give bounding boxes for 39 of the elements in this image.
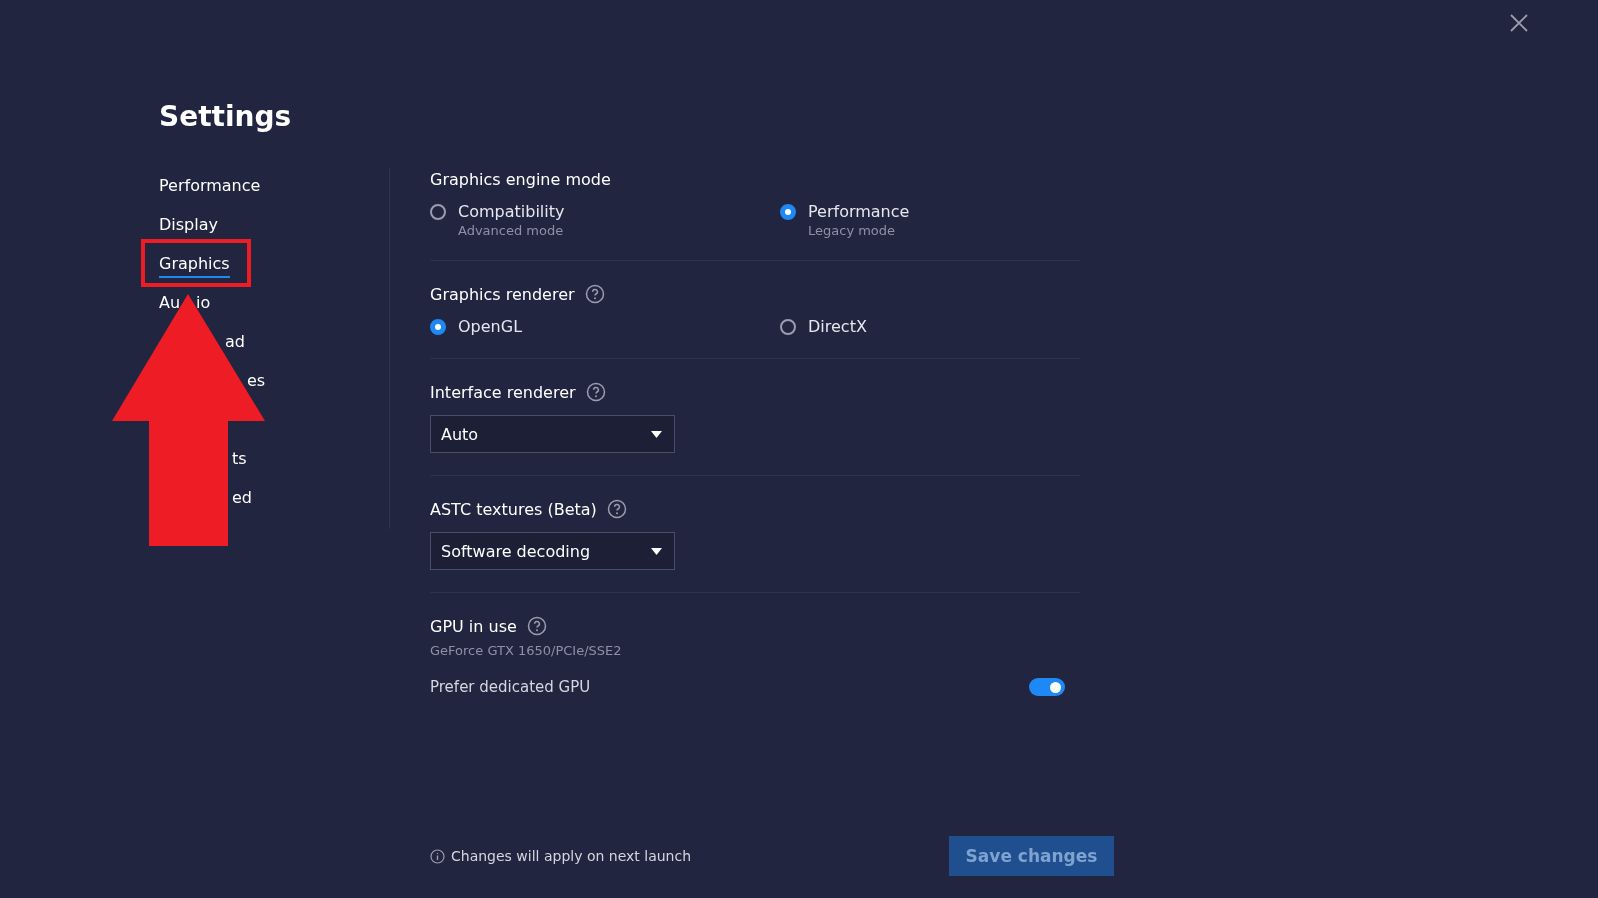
sidebar-item[interactable]: Graphics [159, 253, 230, 278]
section-heading: ASTC textures (Beta) [430, 499, 597, 519]
sidebar-item[interactable]: es [247, 370, 266, 395]
sidebar-item[interactable]: io [196, 292, 211, 317]
caret-icon [651, 430, 662, 438]
close-button[interactable] [1508, 12, 1530, 34]
sidebar-item[interactable]: ed [232, 487, 252, 512]
sidebar-item[interactable]: Display [159, 214, 218, 239]
radio-description: Advanced mode [458, 223, 565, 238]
section-heading: Graphics engine mode [430, 169, 611, 189]
radio-button[interactable] [430, 203, 446, 220]
info-icon [430, 848, 445, 864]
help-icon[interactable] [585, 382, 606, 402]
sidebar-item[interactable]: ts [232, 448, 247, 473]
radio-button[interactable] [780, 203, 796, 220]
section-heading: Graphics renderer [430, 284, 575, 304]
radio-label[interactable]: OpenGL [458, 317, 780, 336]
toggle-switch[interactable] [1029, 678, 1065, 696]
dropdown[interactable]: Software decoding [430, 532, 675, 570]
toggle-label: Prefer dedicated GPU [430, 678, 591, 696]
radio-label[interactable]: Performance [808, 202, 1080, 221]
footer-note: Changes will apply on next launch [451, 848, 692, 864]
sidebar-item[interactable]: Performance [159, 175, 261, 200]
radio-button[interactable] [780, 318, 796, 335]
page-title: Settings [159, 99, 293, 135]
section-heading: GPU in use [430, 616, 517, 636]
gpu-name: GeForce GTX 1650/PCIe/SSE2 [430, 643, 623, 658]
radio-label[interactable]: DirectX [808, 317, 1080, 336]
help-icon[interactable] [606, 499, 627, 519]
radio-description: Legacy mode [808, 223, 897, 238]
radio-label[interactable]: Compatibility [458, 202, 780, 221]
dropdown[interactable]: Auto [430, 415, 675, 453]
sidebar-item[interactable]: ad [225, 331, 245, 356]
sidebar-item[interactable]: Au [159, 292, 181, 317]
radio-button[interactable] [430, 318, 446, 335]
section-heading: Interface renderer [430, 382, 576, 402]
help-icon[interactable] [526, 616, 547, 636]
help-icon[interactable] [584, 284, 605, 304]
caret-icon [651, 547, 662, 555]
